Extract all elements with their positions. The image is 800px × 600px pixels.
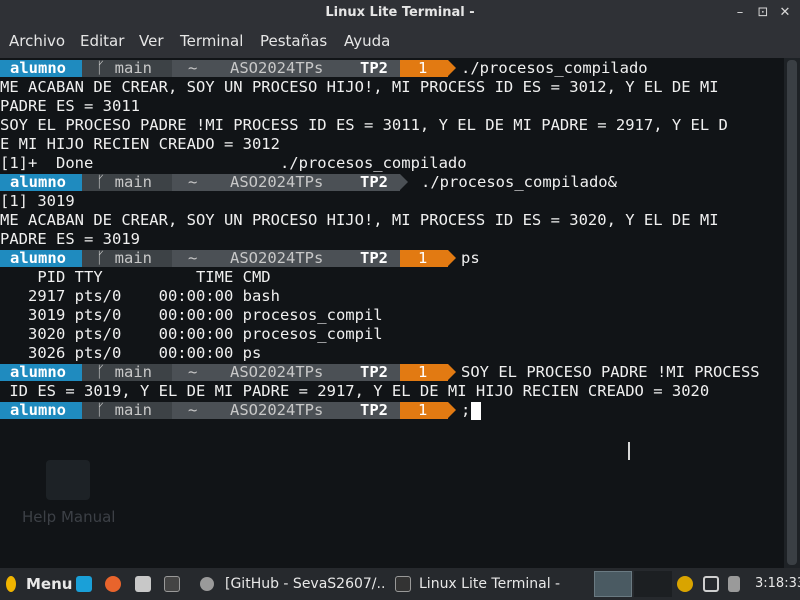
- workspace-2[interactable]: [634, 571, 672, 597]
- ps-row: 3026 pts/0 00:00:00 ps: [0, 344, 262, 362]
- command-text: ./procesos_compilado: [461, 59, 648, 77]
- output-line: ID ES = 3019, Y EL DE MI PADRE = 2917, Y…: [0, 382, 710, 400]
- ibeam-cursor-icon: [628, 442, 630, 460]
- prompt-branch: main: [114, 59, 152, 77]
- command-text: ps: [461, 249, 480, 267]
- output-line: PADRE ES = 3011: [0, 97, 140, 115]
- git-branch-icon: ᚴ: [96, 249, 106, 267]
- ps-row: 3020 pts/0 00:00:00 procesos_compil: [0, 325, 383, 343]
- network-icon[interactable]: [703, 576, 719, 592]
- prompt-home: ~: [172, 60, 220, 77]
- show-desktop-icon[interactable]: [76, 576, 92, 592]
- menu-pestanas[interactable]: Pestañas: [260, 32, 327, 50]
- maximize-button[interactable]: ⊡: [754, 4, 772, 22]
- ps-row: 2917 pts/0 00:00:00 bash: [0, 287, 280, 305]
- prompt-dir: ASO2024TPs: [220, 402, 348, 419]
- prompt: alumno ᚴ main ~ ASO2024TPs TP2 1: [0, 59, 460, 78]
- prompt-branch: main: [114, 401, 152, 419]
- prompt-dir: ASO2024TPs: [220, 364, 348, 381]
- clock[interactable]: 3:18:33: [755, 568, 800, 600]
- prompt: alumno ᚴ main ~ ASO2024TPs TP2 1: [0, 401, 460, 420]
- menu-button[interactable]: Menu: [26, 568, 72, 600]
- output-line: PADRE ES = 3019: [0, 230, 140, 248]
- updates-icon[interactable]: [677, 576, 693, 592]
- prompt-branch: main: [114, 249, 152, 267]
- git-branch-icon: ᚴ: [96, 173, 106, 191]
- prompt-user: alumno: [0, 174, 82, 191]
- prompt-subdir: TP2: [348, 402, 400, 419]
- help-manual-label: Help Manual: [22, 508, 116, 526]
- text-cursor: [471, 402, 481, 420]
- output-line: E MI HIJO RECIEN CREADO = 3012: [0, 135, 280, 153]
- close-button[interactable]: ✕: [776, 4, 794, 22]
- menu-ver[interactable]: Ver: [139, 32, 164, 50]
- prompt-home: ~: [172, 402, 220, 419]
- prompt-user: alumno: [0, 250, 82, 267]
- linux-lite-logo-icon[interactable]: [6, 576, 16, 592]
- prompt-home: ~: [172, 174, 220, 191]
- menu-terminal[interactable]: Terminal: [180, 32, 243, 50]
- git-branch-icon: ᚴ: [96, 59, 106, 77]
- window-title: Linux Lite Terminal -: [325, 5, 475, 20]
- scrollbar-thumb[interactable]: [787, 60, 797, 565]
- help-manual-icon: [46, 460, 90, 500]
- prompt-home: ~: [172, 250, 220, 267]
- taskbar: Menu [GitHub - SevaS2607/... Linux Lite …: [0, 568, 800, 600]
- prompt-subdir: TP2: [348, 60, 400, 77]
- prompt-dir: ASO2024TPs: [220, 60, 348, 77]
- taskbar-terminal-window[interactable]: Linux Lite Terminal -: [419, 568, 560, 600]
- prompt-branch: main: [114, 173, 152, 191]
- prompt-subdir: TP2: [348, 250, 400, 267]
- firefox-icon[interactable]: [105, 576, 121, 592]
- minimize-button[interactable]: –: [731, 4, 749, 22]
- menu-editar[interactable]: Editar: [80, 32, 124, 50]
- prompt: alumno ᚴ main ~ ASO2024TPs TP2: [0, 173, 460, 192]
- prompt-branch: main: [114, 363, 152, 381]
- git-branch-icon: ᚴ: [96, 401, 106, 419]
- prompt-user: alumno: [0, 60, 82, 77]
- prompt-jobs: 1: [400, 402, 448, 419]
- command-input-text[interactable]: ;: [461, 401, 470, 420]
- ps-row: 3019 pts/0 00:00:00 procesos_compil: [0, 306, 383, 324]
- prompt-dir: ASO2024TPs: [220, 250, 348, 267]
- github-icon: [200, 577, 214, 591]
- terminal-scrollbar[interactable]: [784, 58, 800, 568]
- prompt-subdir: TP2: [348, 174, 400, 191]
- prompt-jobs: 1: [400, 60, 448, 77]
- window-titlebar[interactable]: Linux Lite Terminal - – ⊡ ✕: [0, 0, 800, 28]
- menu-ayuda[interactable]: Ayuda: [344, 32, 390, 50]
- terminal-launcher-icon[interactable]: [164, 576, 180, 592]
- prompt-jobs: 1: [400, 364, 448, 381]
- menu-archivo[interactable]: Archivo: [9, 32, 65, 50]
- prompt-jobs: 1: [400, 250, 448, 267]
- menu-bar: Archivo Editar Ver Terminal Pestañas Ayu…: [0, 28, 800, 58]
- prompt-user: alumno: [0, 402, 82, 419]
- output-line: [1]+ Done ./procesos_compilado: [0, 154, 467, 172]
- terminal-icon: [395, 576, 411, 592]
- file-manager-icon[interactable]: [135, 576, 151, 592]
- output-line: SOY EL PROCESO PADRE !MI PROCESS: [461, 363, 760, 381]
- command-text: ./procesos_compilado&: [421, 173, 617, 191]
- output-line: ME ACABAN DE CREAR, SOY UN PROCESO HIJO!…: [0, 211, 719, 229]
- workspace-1[interactable]: [594, 571, 632, 597]
- output-line: [1] 3019: [0, 192, 75, 210]
- prompt-subdir: TP2: [348, 364, 400, 381]
- prompt-dir: ASO2024TPs: [220, 174, 348, 191]
- prompt-user: alumno: [0, 364, 82, 381]
- output-line: SOY EL PROCESO PADRE !MI PROCESS ID ES =…: [0, 116, 728, 134]
- git-branch-icon: ᚴ: [96, 363, 106, 381]
- prompt: alumno ᚴ main ~ ASO2024TPs TP2 1: [0, 249, 460, 268]
- ps-header: PID TTY TIME CMD: [0, 268, 271, 286]
- terminal-area[interactable]: Help Manual alumno ᚴ main ~ ASO2024TPs T…: [0, 58, 784, 568]
- taskbar-github-window[interactable]: [GitHub - SevaS2607/...: [225, 568, 385, 600]
- prompt: alumno ᚴ main ~ ASO2024TPs TP2 1: [0, 363, 460, 382]
- output-line: ME ACABAN DE CREAR, SOY UN PROCESO HIJO!…: [0, 78, 719, 96]
- prompt-home: ~: [172, 364, 220, 381]
- volume-icon[interactable]: [728, 576, 740, 592]
